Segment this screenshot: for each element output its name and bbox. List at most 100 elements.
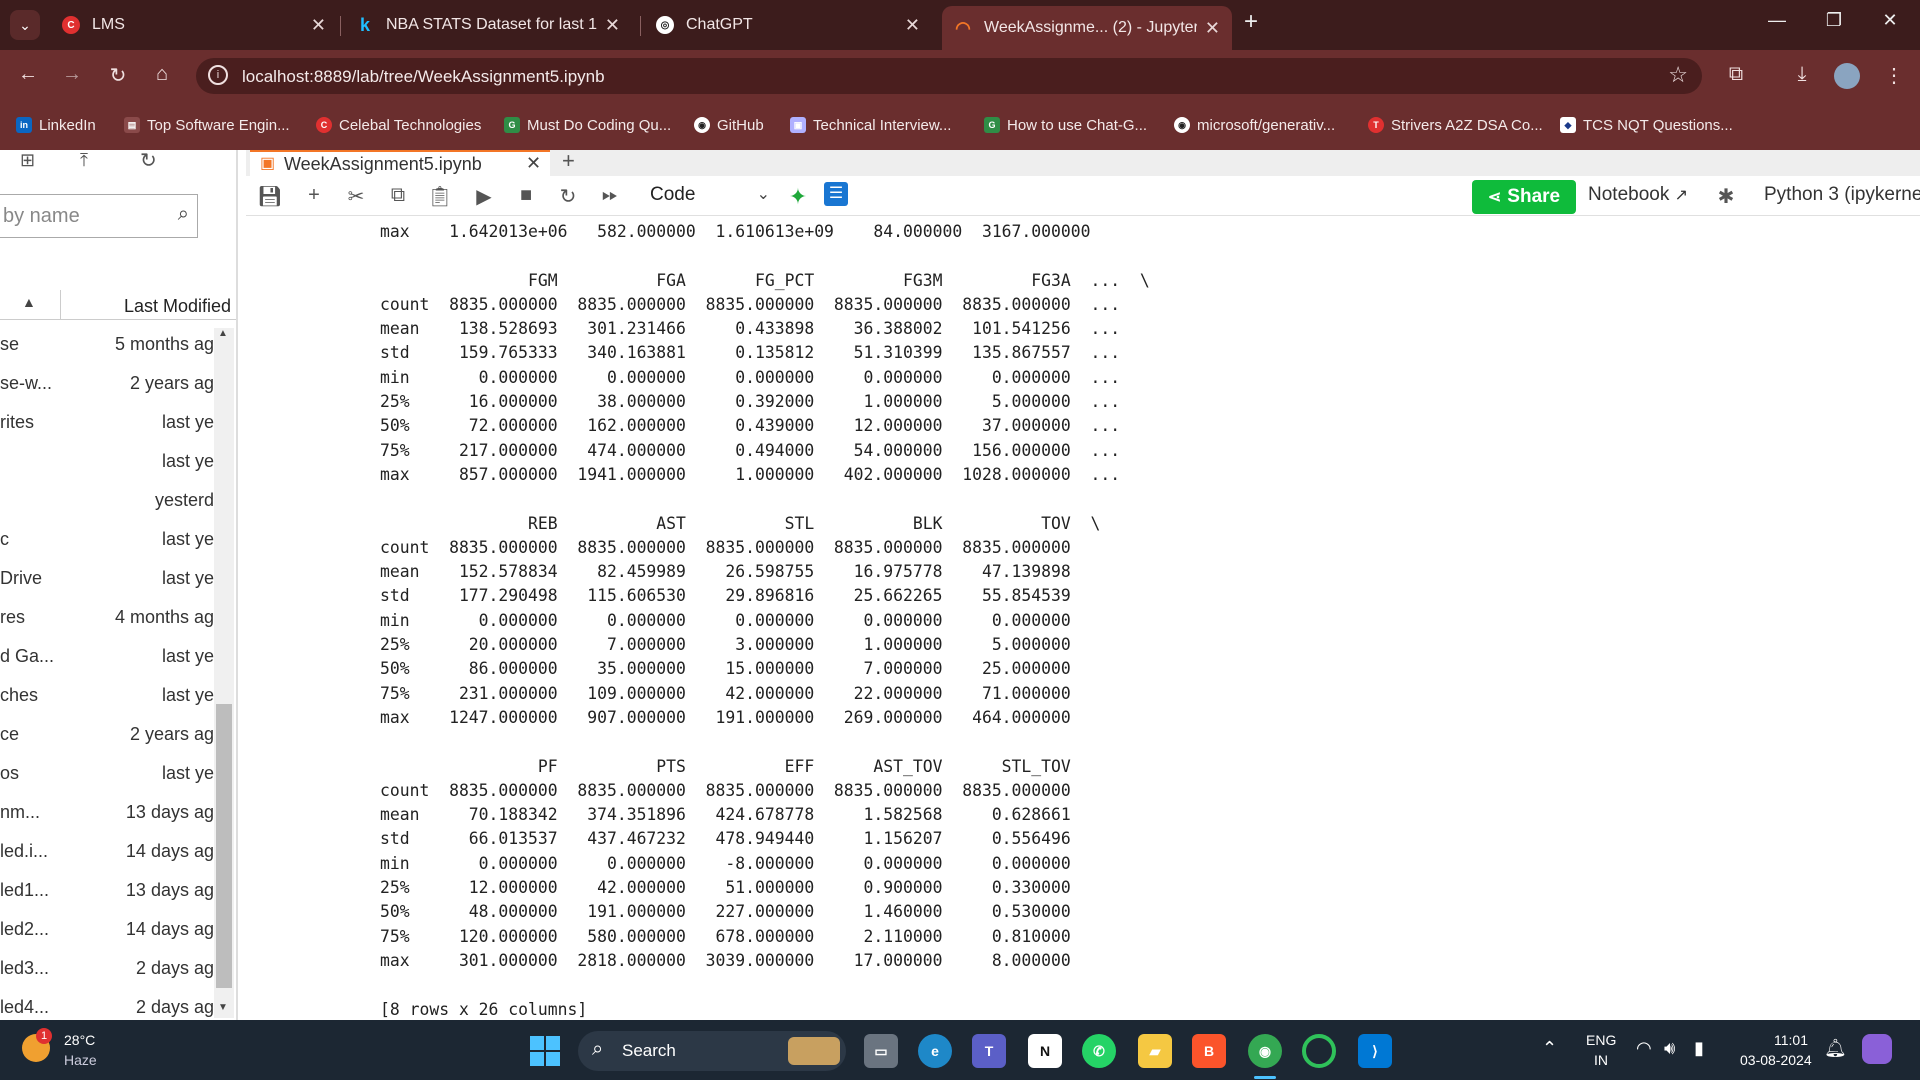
file-row[interactable]: last ye bbox=[0, 443, 214, 482]
file-row[interactable]: nm... 13 days ag bbox=[0, 794, 214, 833]
file-filter-input[interactable]: by name ⌕ bbox=[0, 194, 198, 238]
address-bar[interactable]: i localhost:8889/lab/tree/WeekAssignment… bbox=[196, 58, 1702, 94]
clock-date[interactable]: 03-08-2024 bbox=[1740, 1052, 1812, 1068]
new-folder-icon[interactable]: ⊞ bbox=[20, 150, 35, 171]
cut-icon[interactable]: ✂ bbox=[342, 184, 370, 209]
taskbar-search-box[interactable]: ⌕ Search bbox=[578, 1031, 846, 1071]
chevron-up-icon[interactable]: ⌃ bbox=[1542, 1038, 1557, 1059]
stop-icon[interactable]: ■ bbox=[512, 184, 540, 207]
bookmark-tcs-nqt[interactable]: ◆ TCS NQT Questions... bbox=[1560, 115, 1733, 135]
download-icon[interactable]: ⤓ bbox=[1788, 63, 1816, 86]
bookmark-linkedin[interactable]: in LinkedIn bbox=[16, 115, 96, 135]
scrollbar-thumb[interactable] bbox=[216, 704, 232, 988]
browser-tab-nba[interactable]: k NBA STATS Dataset for last 10 y ✕ bbox=[344, 6, 632, 44]
file-row[interactable]: led1... 13 days ag bbox=[0, 872, 214, 911]
browser-tab-jupyter[interactable]: ◠ WeekAssignme... (2) - JupyterLa ✕ bbox=[942, 6, 1232, 50]
run-icon[interactable]: ▶ bbox=[470, 184, 498, 209]
restore-icon[interactable]: ❐ bbox=[1814, 10, 1854, 31]
profile-avatar[interactable] bbox=[1834, 63, 1860, 89]
upload-icon[interactable]: ⤒ bbox=[80, 150, 88, 171]
tab-search-button[interactable]: ⌄ bbox=[10, 10, 40, 40]
url-text[interactable]: localhost:8889/lab/tree/WeekAssignment5.… bbox=[242, 67, 605, 87]
new-launcher-icon[interactable]: + bbox=[562, 150, 575, 174]
browser-tab-lms[interactable]: C LMS ✕ bbox=[50, 6, 338, 44]
file-row[interactable]: c last ye bbox=[0, 521, 214, 560]
language-bottom[interactable]: IN bbox=[1594, 1052, 1608, 1068]
brave-browser-icon[interactable]: B bbox=[1192, 1034, 1226, 1068]
save-icon[interactable]: 💾︎ bbox=[256, 184, 284, 209]
file-row[interactable]: se-w... 2 years ag bbox=[0, 365, 214, 404]
minimize-icon[interactable]: — bbox=[1757, 10, 1797, 31]
browser-tab-chatgpt[interactable]: ◎ ChatGPT ✕ bbox=[644, 6, 932, 44]
sparkle-ai-icon[interactable]: ✦ bbox=[784, 184, 812, 210]
file-explorer-icon[interactable]: ▰ bbox=[1138, 1034, 1172, 1068]
copy-icon[interactable]: ⧉ bbox=[384, 184, 412, 207]
file-row[interactable]: se 5 months ag bbox=[0, 326, 214, 365]
menu-dots-icon[interactable]: ⋮ bbox=[1880, 63, 1908, 88]
language-top[interactable]: ENG bbox=[1586, 1032, 1616, 1048]
chrome-browser-icon[interactable]: ◉ bbox=[1248, 1034, 1282, 1068]
notion-icon[interactable]: N bbox=[1028, 1034, 1062, 1068]
notebook-tab[interactable]: ▣ WeekAssignment5.ipynb ✕ bbox=[250, 150, 550, 176]
teams-icon[interactable]: T bbox=[972, 1034, 1006, 1068]
close-icon[interactable]: ✕ bbox=[1205, 18, 1220, 39]
edge-browser-icon[interactable]: e bbox=[918, 1034, 952, 1068]
file-list-scrollbar[interactable]: ▲ ▼ bbox=[214, 328, 234, 1018]
task-view-icon[interactable]: ▭ bbox=[864, 1034, 898, 1068]
file-row[interactable]: led.i... 14 days ag bbox=[0, 833, 214, 872]
file-row[interactable]: Drive last ye bbox=[0, 560, 214, 599]
bookmark-github[interactable]: ◉ GitHub bbox=[694, 115, 764, 135]
cell-type-select[interactable]: Code ⌄ bbox=[650, 184, 770, 210]
bookmark-technical-interview[interactable]: ▣ Technical Interview... bbox=[790, 115, 951, 135]
extensions-icon[interactable]: ⧉ bbox=[1722, 63, 1750, 86]
file-row[interactable]: yesterd bbox=[0, 482, 214, 521]
close-icon[interactable]: ✕ bbox=[311, 15, 326, 36]
bookmark-top-software[interactable]: ▤ Top Software Engin... bbox=[124, 115, 290, 135]
insert-cell-icon[interactable]: + bbox=[300, 184, 328, 207]
start-windows-icon[interactable] bbox=[528, 1034, 562, 1068]
whatsapp-icon[interactable]: ✆ bbox=[1082, 1034, 1116, 1068]
close-icon[interactable]: ✕ bbox=[526, 153, 541, 174]
bookmark-strivers[interactable]: T Strivers A2Z DSA Co... bbox=[1368, 115, 1543, 135]
share-button[interactable]: ⋖ Share bbox=[1472, 180, 1576, 214]
file-row[interactable]: led4... 2 days ag bbox=[0, 989, 214, 1020]
notebook-mode-button[interactable]: Notebook ↗ bbox=[1588, 184, 1688, 206]
file-row[interactable]: d Ga... last ye bbox=[0, 638, 214, 677]
run-all-icon[interactable]: ⏩︎ bbox=[596, 184, 624, 207]
new-tab-button[interactable]: + bbox=[1244, 8, 1258, 36]
home-icon[interactable]: ⌂ bbox=[148, 63, 176, 86]
close-icon[interactable]: ✕ bbox=[605, 15, 620, 36]
file-row[interactable]: ches last ye bbox=[0, 677, 214, 716]
bookmark-star-icon[interactable]: ☆ bbox=[1668, 62, 1688, 88]
volume-icon[interactable]: 🔊︎ bbox=[1664, 1038, 1675, 1059]
close-icon[interactable]: ✕ bbox=[905, 15, 920, 36]
restart-icon[interactable]: ↻ bbox=[554, 184, 582, 209]
close-window-icon[interactable]: ✕ bbox=[1870, 10, 1910, 31]
forward-icon[interactable]: → bbox=[58, 63, 86, 86]
bell-icon[interactable]: 🔔︎ bbox=[1824, 1038, 1847, 1059]
clock-time[interactable]: 11:01 bbox=[1774, 1032, 1808, 1048]
bookmark-chat-g[interactable]: G How to use Chat-G... bbox=[984, 115, 1147, 135]
back-icon[interactable]: ← bbox=[14, 63, 42, 86]
paste-icon[interactable]: 📋︎ bbox=[426, 184, 454, 209]
vscode-icon[interactable]: ⟩ bbox=[1358, 1034, 1392, 1068]
bookmark-celebal[interactable]: C Celebal Technologies bbox=[316, 115, 481, 135]
file-row[interactable]: rites last ye bbox=[0, 404, 214, 443]
scroll-down-icon[interactable]: ▼ bbox=[218, 1002, 228, 1013]
site-info-icon[interactable]: i bbox=[208, 65, 228, 85]
kernel-name[interactable]: Python 3 (ipykernel bbox=[1764, 184, 1920, 206]
copilot-icon[interactable] bbox=[1862, 1034, 1892, 1064]
column-divider[interactable] bbox=[60, 290, 61, 320]
file-row[interactable]: ce 2 years ag bbox=[0, 716, 214, 755]
refresh-icon[interactable]: ↻ bbox=[140, 150, 157, 173]
sort-arrow-icon[interactable]: ▲ bbox=[22, 294, 36, 310]
weather-widget[interactable]: 1 28°C Haze bbox=[22, 1028, 142, 1072]
file-row[interactable]: res 4 months ag bbox=[0, 599, 214, 638]
file-row[interactable]: led2... 14 days ag bbox=[0, 911, 214, 950]
file-row[interactable]: led3... 2 days ag bbox=[0, 950, 214, 989]
last-modified-header[interactable]: Last Modified bbox=[124, 296, 231, 317]
debugger-bug-icon[interactable]: ✱ bbox=[1712, 184, 1740, 209]
battery-icon[interactable]: ▮ bbox=[1694, 1038, 1704, 1059]
file-row[interactable]: os last ye bbox=[0, 755, 214, 794]
scroll-up-icon[interactable]: ▲ bbox=[218, 328, 228, 339]
